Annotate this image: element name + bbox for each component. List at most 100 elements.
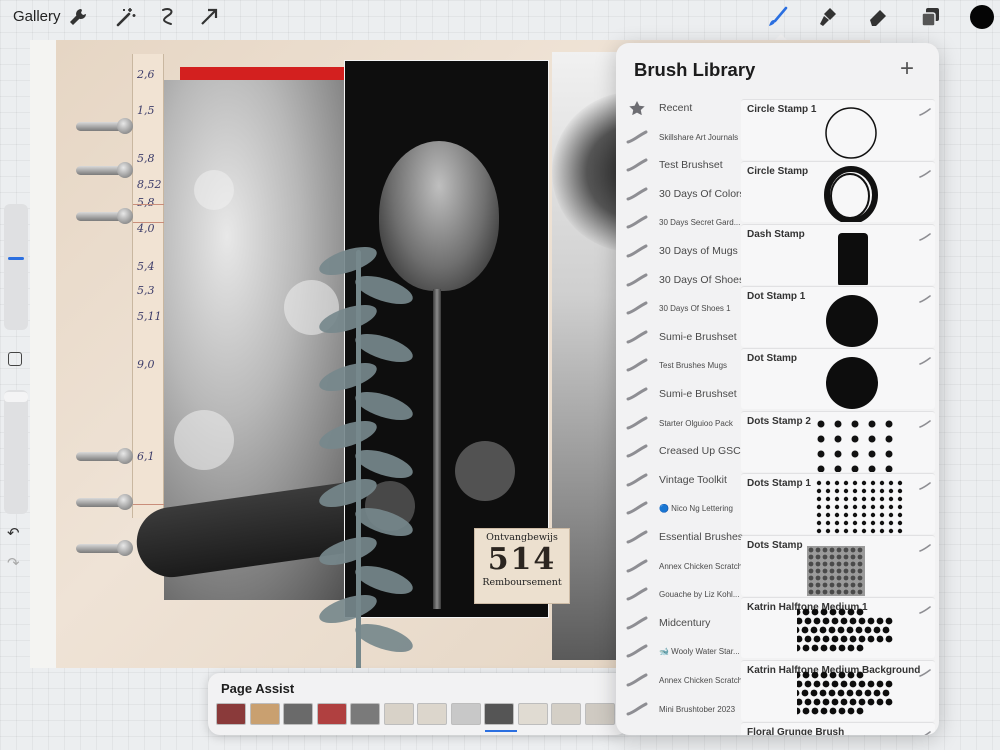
brush-set-icon bbox=[626, 215, 648, 229]
brush-set-label: Gouache by Liz Kohl... bbox=[659, 590, 740, 600]
brush-edit-icon[interactable] bbox=[919, 415, 931, 428]
page-thumbnail[interactable] bbox=[551, 703, 581, 725]
ledger-number: 5,3 bbox=[137, 284, 155, 297]
brush-edit-icon[interactable] bbox=[919, 290, 931, 303]
brush-item[interactable]: Circle Stamp bbox=[741, 161, 935, 225]
undo-icon[interactable]: ↶ bbox=[7, 524, 20, 542]
brush-item[interactable]: Katrin Halftone Medium 1 bbox=[741, 597, 935, 659]
brush-size-slider[interactable] bbox=[4, 204, 28, 330]
selection-icon[interactable] bbox=[156, 5, 180, 29]
modify-button[interactable] bbox=[8, 352, 22, 366]
brush-set-item[interactable]: Starter Olguioo Pack bbox=[616, 410, 742, 438]
brush-edit-icon[interactable] bbox=[919, 477, 931, 490]
layers-icon[interactable] bbox=[918, 5, 942, 29]
brush-set-label: Creased Up GSC bbox=[659, 445, 741, 458]
page-thumbnail[interactable] bbox=[517, 703, 548, 725]
page-thumbnail[interactable] bbox=[584, 703, 615, 725]
ledger-number: 5,8 bbox=[137, 196, 155, 209]
brush-set-item[interactable]: Annex Chicken Scratch bbox=[616, 667, 742, 695]
brush-set-item[interactable]: 30 Days Of Shoes bbox=[616, 267, 743, 295]
brush-set-item[interactable]: Gouache by Liz Kohl... bbox=[616, 581, 742, 609]
leaf bbox=[316, 589, 380, 629]
brush-item[interactable]: Circle Stamp 1 bbox=[741, 99, 935, 160]
brush-set-item[interactable]: Mini Brushtober 2023 bbox=[616, 696, 742, 724]
brush-set-item[interactable]: Test Brushes Mugs bbox=[616, 352, 742, 380]
brush-edit-icon[interactable] bbox=[919, 539, 931, 552]
brush-item[interactable]: Dash Stamp bbox=[741, 223, 935, 287]
brush-size-knob[interactable] bbox=[8, 257, 24, 260]
brush-edit-icon[interactable] bbox=[919, 103, 931, 116]
opacity-knob[interactable] bbox=[4, 392, 28, 402]
brush-set-item[interactable]: Midcentury bbox=[616, 610, 742, 638]
binder-ring bbox=[76, 208, 133, 224]
gallery-button[interactable]: Gallery bbox=[13, 8, 61, 25]
brush-set-item[interactable]: 30 Days of Mugs bbox=[616, 238, 742, 266]
brush-set-item[interactable]: Vintage Toolkit bbox=[616, 467, 742, 495]
brush-set-icon bbox=[626, 130, 648, 144]
brush-set-icon bbox=[626, 416, 648, 430]
brush-set-item[interactable]: 30 Days Secret Gard... bbox=[616, 209, 742, 237]
brush-item[interactable]: Floral Grunge Brush bbox=[741, 722, 935, 735]
brush-set-item[interactable]: Recent bbox=[616, 95, 742, 123]
page-thumbnail[interactable] bbox=[350, 703, 380, 725]
page-thumbnail[interactable] bbox=[484, 703, 514, 725]
brush-set-item[interactable]: Sumi-e Brushset bbox=[616, 324, 742, 352]
brush-edit-icon[interactable] bbox=[919, 726, 931, 735]
page-thumbnail[interactable] bbox=[283, 703, 313, 725]
brush-edit-icon[interactable] bbox=[919, 664, 931, 677]
brush-set-icon bbox=[626, 301, 648, 315]
brush-set-icon bbox=[626, 158, 648, 172]
brush-set-item[interactable]: 🐋 Wooly Water Star... bbox=[616, 638, 742, 666]
brush-set-label: Skillshare Art Journals bbox=[659, 132, 739, 142]
brush-item[interactable]: Dots Stamp 1 bbox=[741, 472, 935, 534]
brush-item[interactable]: Katrin Halftone Medium Background bbox=[741, 659, 935, 721]
brush-edit-icon[interactable] bbox=[919, 228, 931, 241]
brush-set-item[interactable]: Test Brushset bbox=[616, 152, 742, 180]
brush-set-label: 30 Days Of Shoes 1 bbox=[659, 304, 731, 314]
brush-set-label: Test Brushset bbox=[659, 159, 723, 172]
page-thumbnail[interactable] bbox=[316, 703, 347, 725]
brush-set-item[interactable]: Annex Chicken Scratch bbox=[616, 553, 742, 581]
brush-set-label: Sumi-e Brushset bbox=[659, 330, 737, 343]
brush-set-icon bbox=[626, 559, 648, 573]
brush-set-item[interactable]: Skillshare Art Journals bbox=[616, 124, 742, 152]
brush-library-panel: Brush Library + Recent Skillshare Art Jou… bbox=[616, 43, 939, 735]
brush-set-item[interactable]: 30 Days Of Colors bbox=[616, 181, 743, 209]
brush-stroke-preview bbox=[765, 602, 925, 658]
brush-stroke-preview bbox=[797, 291, 925, 347]
brush-set-item[interactable]: 30 Days Of Shoes 1 bbox=[616, 295, 742, 323]
brush-item[interactable]: Dots Stamp bbox=[741, 535, 935, 597]
brush-edit-icon[interactable] bbox=[919, 352, 931, 365]
brush-set-label: 30 Days Of Shoes bbox=[659, 273, 743, 286]
wrench-icon[interactable] bbox=[66, 5, 90, 29]
add-brush-set-button[interactable]: + bbox=[900, 57, 914, 81]
blossom-bokeh bbox=[194, 170, 234, 210]
page-thumbnail[interactable] bbox=[249, 703, 280, 725]
brush-set-item[interactable]: Sumi-e Brushset bbox=[616, 381, 742, 409]
ledger-number: 1,5 bbox=[137, 104, 155, 117]
page-assist-title: Page Assist bbox=[221, 681, 295, 696]
opacity-slider[interactable] bbox=[4, 390, 28, 514]
brush-item[interactable]: Dot Stamp bbox=[741, 348, 935, 410]
brush-item[interactable]: Dot Stamp 1 bbox=[741, 285, 935, 347]
brush-icon[interactable] bbox=[766, 5, 790, 29]
brush-set-item[interactable]: 🔵 Nico Ng Lettering bbox=[616, 495, 742, 523]
brush-set-item[interactable]: Essential Brushes bbox=[616, 524, 743, 552]
magic-wand-icon[interactable] bbox=[114, 5, 138, 29]
brush-item[interactable]: Dots Stamp 2 bbox=[741, 410, 935, 472]
redo-icon[interactable]: ↷ bbox=[7, 554, 20, 572]
page-thumbnail[interactable] bbox=[450, 703, 481, 725]
brush-edit-icon[interactable] bbox=[919, 165, 931, 179]
brush-set-item[interactable]: Creased Up GSC bbox=[616, 438, 742, 466]
page-thumbnail[interactable] bbox=[417, 703, 447, 725]
smudge-icon[interactable] bbox=[816, 5, 840, 29]
transform-icon[interactable] bbox=[197, 5, 221, 29]
brush-edit-icon[interactable] bbox=[919, 601, 931, 615]
color-picker-button[interactable] bbox=[970, 5, 994, 29]
page-thumbnail[interactable] bbox=[216, 703, 246, 725]
brush-set-label: Vintage Toolkit bbox=[659, 473, 727, 486]
page-thumbnail[interactable] bbox=[383, 703, 414, 725]
brush-set-icon bbox=[626, 530, 648, 544]
eraser-icon[interactable] bbox=[866, 5, 890, 29]
brush-stroke-preview bbox=[797, 727, 925, 735]
